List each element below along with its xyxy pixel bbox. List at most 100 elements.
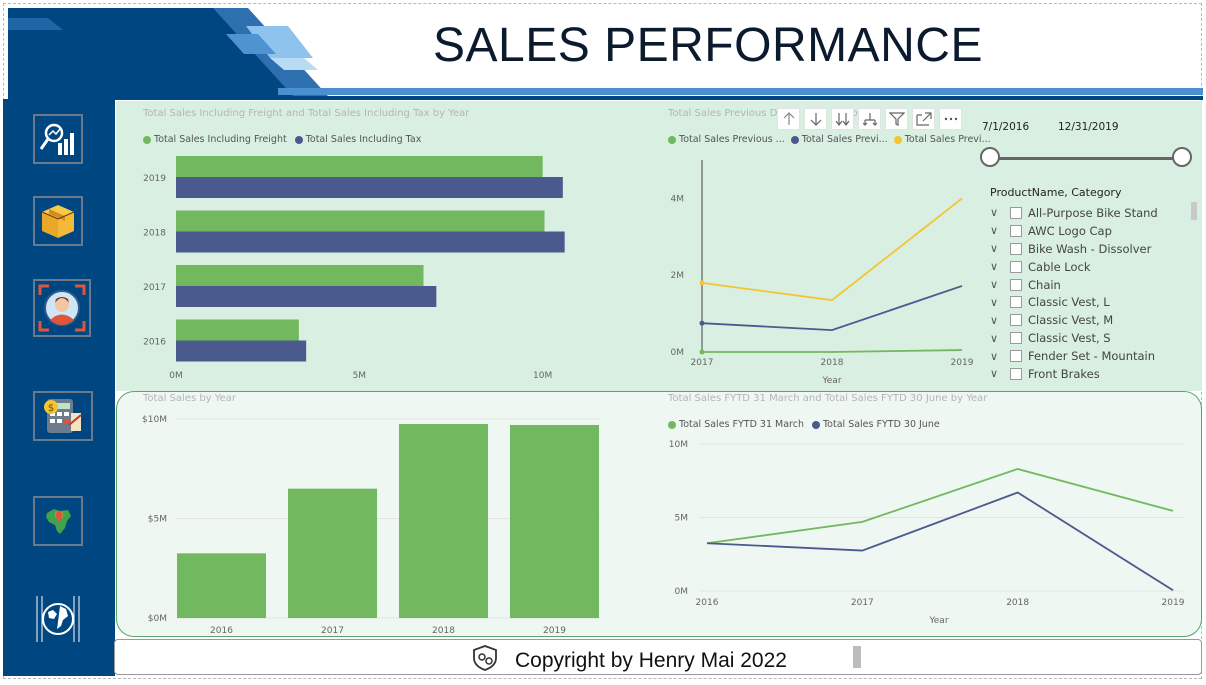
slicer-checkbox[interactable]: [1010, 350, 1022, 363]
nav-customer-button[interactable]: [33, 279, 91, 337]
focus-mode-button[interactable]: [912, 108, 935, 130]
series-line: [701, 285, 963, 332]
customer-target-icon: [38, 284, 86, 332]
slicer-item[interactable]: ∨ Cable Lock: [990, 258, 1180, 276]
chevron-down-icon[interactable]: ∨: [990, 314, 1004, 327]
legend-item-previous-2[interactable]: Total Sales Previ...: [790, 134, 888, 145]
slicer-panel: 7/1/2016 12/31/2019 ProductName, Categor…: [978, 114, 1198, 389]
copyright-text: Copyright by Henry Mai 2022: [515, 649, 787, 672]
legend-dot-fytd-june: [811, 420, 820, 429]
more-options-icon: [944, 117, 957, 121]
x-tick-label: 5M: [353, 371, 367, 381]
series-start-point: [699, 349, 705, 355]
chevron-down-icon[interactable]: ∨: [990, 296, 1004, 309]
slicer-item[interactable]: ∨ All-Purpose Bike Stand: [990, 204, 1180, 222]
chevron-down-icon[interactable]: ∨: [990, 278, 1004, 291]
y-tick-label: 4M: [671, 194, 685, 204]
slicer-item-label: Fender Set - Mountain: [1028, 349, 1156, 364]
header-banner: SALES PERFORMANCE: [8, 8, 1203, 100]
legend-item-previous-3[interactable]: Total Sales Previ...: [893, 134, 991, 145]
slicer-checkbox[interactable]: [1010, 260, 1022, 273]
analytics-icon: [39, 123, 74, 155]
legend-item-fytd-june[interactable]: Total Sales FYTD 30 June: [811, 419, 940, 430]
slicer-item[interactable]: ∨ Classic Vest, S: [990, 329, 1180, 347]
chevron-down-icon[interactable]: ∨: [990, 224, 1004, 237]
drill-down-button[interactable]: [804, 108, 827, 130]
nav-analytics-button[interactable]: [33, 114, 83, 164]
slicer-checkbox[interactable]: [1010, 367, 1022, 380]
x-tick-label: 2016: [696, 598, 719, 608]
slicer-scrollbar[interactable]: [1191, 202, 1197, 220]
x-tick-label: 2017: [691, 358, 714, 368]
slicer-checkbox[interactable]: [1010, 296, 1022, 309]
filter-button[interactable]: [885, 108, 908, 130]
visual-title-freight-tax: Total Sales Including Freight and Total …: [143, 108, 470, 119]
slicer-checkbox[interactable]: [1010, 224, 1022, 237]
chart-freight-tax-by-year[interactable]: 0M 5M 10M 2019 2018 2017 2016: [140, 150, 660, 400]
date-end: 12/31/2019: [1058, 121, 1119, 133]
sidebar: $: [3, 99, 115, 676]
slicer-item[interactable]: ∨ Chain: [990, 276, 1180, 294]
y-tick-label: 0M: [675, 587, 689, 597]
chevron-down-icon[interactable]: ∨: [990, 350, 1004, 363]
bar: [176, 340, 307, 362]
page-title: SALES PERFORMANCE: [433, 19, 983, 72]
date-range-start-handle[interactable]: [980, 147, 1000, 167]
bar: [176, 265, 424, 286]
focus-mode-icon: [915, 112, 932, 126]
series-line: [706, 468, 1174, 545]
chevron-down-icon[interactable]: ∨: [990, 332, 1004, 345]
legend-item-fytd-march[interactable]: Total Sales FYTD 31 March: [668, 419, 804, 430]
series-line: [702, 349, 963, 353]
nav-product-button[interactable]: [33, 196, 83, 246]
x-tick-label: 2017: [851, 598, 874, 608]
chart-previous-by-year[interactable]: 0M 2M 4M 2017 2018 2019 Year: [660, 150, 980, 390]
chart-fytd-by-year[interactable]: 0M 5M 10M 2016 2017 2018 2019 Year: [660, 433, 1190, 633]
slicer-item[interactable]: ∨ Bike Wash - Dissolver: [990, 240, 1180, 258]
legend-label-freight: Total Sales Including Freight: [154, 134, 287, 145]
date-range-end-handle[interactable]: [1172, 147, 1192, 167]
nav-globe-button[interactable]: [33, 594, 83, 644]
arrow-up-icon: [783, 112, 794, 125]
slicer-item[interactable]: ∨ Front Brakes: [990, 365, 1180, 383]
bar: [177, 553, 266, 618]
slicer-item[interactable]: ∨ Fender Set - Mountain: [990, 347, 1180, 365]
slicer-checkbox[interactable]: [1010, 242, 1022, 255]
x-tick-label: 2019: [951, 358, 974, 368]
chevron-down-icon[interactable]: ∨: [990, 260, 1004, 273]
bar: [176, 177, 563, 198]
bar: [176, 286, 437, 307]
visual-title-previous: Total Sales Previous D: [668, 108, 777, 119]
date-range-track[interactable]: [990, 157, 1182, 160]
expand-hierarchy-button[interactable]: [858, 108, 881, 130]
legend-freight-tax: Total Sales Including Freight Total Sale…: [143, 134, 421, 145]
chevron-down-icon[interactable]: ∨: [990, 367, 1004, 380]
slicer-item[interactable]: ∨ Classic Vest, M: [990, 311, 1180, 329]
slicer-checkbox[interactable]: [1010, 332, 1022, 345]
chevron-down-icon[interactable]: ∨: [990, 206, 1004, 219]
slicer-checkbox[interactable]: [1010, 314, 1022, 327]
legend-fytd: Total Sales FYTD 31 March Total Sales FY…: [668, 419, 940, 430]
slicer-checkbox[interactable]: [1010, 206, 1022, 219]
legend-item-tax[interactable]: Total Sales Including Tax: [294, 134, 421, 145]
globe-icon: [36, 596, 80, 642]
more-options-button[interactable]: [939, 108, 962, 130]
nav-map-button[interactable]: [33, 496, 83, 546]
slicer-item[interactable]: ∨ AWC Logo Cap: [990, 222, 1180, 240]
legend-item-freight[interactable]: Total Sales Including Freight: [143, 134, 287, 145]
y-tick-label: 0M: [671, 348, 685, 358]
x-axis-title: Year: [821, 376, 841, 386]
legend-label-fytd-june: Total Sales FYTD 30 June: [822, 419, 940, 430]
slicer-checkbox[interactable]: [1010, 278, 1022, 291]
nav-finance-button[interactable]: $: [33, 391, 93, 441]
x-axis-title: Year: [928, 616, 948, 626]
double-arrow-down-icon: [835, 113, 849, 126]
drill-up-button[interactable]: [777, 108, 800, 130]
y-tick-label: $0M: [148, 614, 167, 624]
chart-sales-by-year[interactable]: $0M $5M $10M 2016 2017 2018 2019: [135, 405, 635, 636]
slicer-item[interactable]: ∨ Classic Vest, L: [990, 293, 1180, 311]
legend-item-previous-1[interactable]: Total Sales Previous ...: [668, 134, 785, 145]
next-level-button[interactable]: [831, 108, 854, 130]
chevron-down-icon[interactable]: ∨: [990, 242, 1004, 255]
x-tick-label: 2018: [1006, 598, 1029, 608]
